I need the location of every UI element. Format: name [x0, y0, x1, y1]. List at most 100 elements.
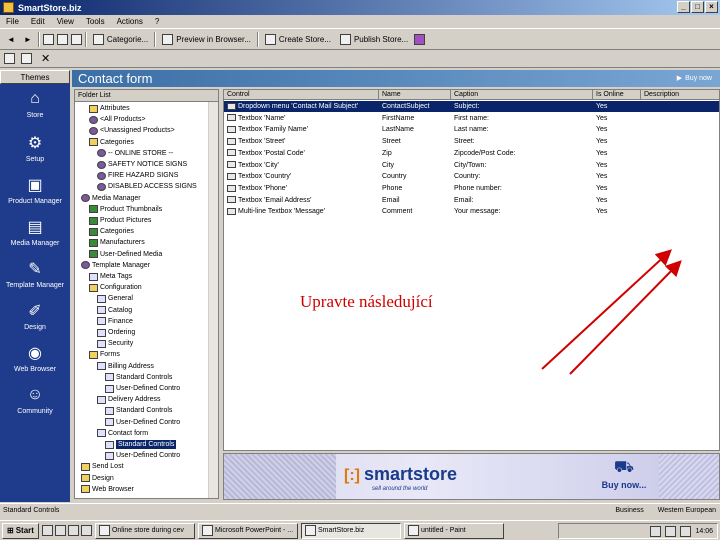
menu-edit[interactable]: Edit — [31, 17, 45, 26]
table-row[interactable]: Textbox 'City' City City/Town: Yes — [224, 160, 719, 171]
theme-template-manager[interactable]: ✎ Template Manager — [0, 258, 70, 289]
theme-design[interactable]: ✐ Design — [0, 300, 70, 331]
table-row[interactable]: Textbox 'Street' Street Street: Yes — [224, 136, 719, 147]
theme-web-browser[interactable]: ◉ Web Browser — [0, 342, 70, 373]
tree-node[interactable]: Forms — [89, 350, 120, 359]
start-button[interactable]: ⊞ Start — [2, 522, 39, 539]
table-row[interactable]: Textbox 'Phone' Phone Phone number: Yes — [224, 183, 719, 194]
tree-node[interactable]: Send Lost — [81, 462, 124, 471]
tree-node[interactable]: Finance — [97, 317, 133, 326]
column-control[interactable]: Control — [224, 90, 379, 100]
tree-node[interactable]: Configuration — [89, 283, 142, 292]
column-description[interactable]: Description — [641, 90, 719, 100]
delete-button[interactable]: ✕ — [38, 51, 53, 67]
tree-node[interactable]: User-Defined Contro — [105, 451, 180, 460]
table-row[interactable]: Dropdown menu 'Contact Mail Subject' Cont… — [224, 101, 719, 112]
close-button[interactable]: × — [705, 1, 718, 13]
tree-node[interactable]: Template Manager — [81, 261, 150, 270]
column-name[interactable]: Name — [379, 90, 451, 100]
forward-button[interactable]: ► — [21, 32, 35, 48]
tree-node[interactable]: User-Defined Contro — [105, 418, 180, 427]
menu-help[interactable]: ? — [155, 17, 159, 26]
menu-file[interactable]: File — [6, 17, 19, 26]
menu-view[interactable]: View — [57, 17, 74, 26]
task-online-store[interactable]: Online store during cev — [94, 522, 195, 539]
tree-node[interactable]: General — [97, 294, 133, 303]
media-icon[interactable] — [80, 525, 92, 536]
buy-now-link[interactable]: ▶ Buy now — [677, 70, 712, 87]
open-icon[interactable] — [56, 34, 68, 45]
table-row[interactable]: Textbox 'Family Name' LastName Last name: Y… — [224, 124, 719, 135]
tree-node[interactable]: Standard Controls — [105, 373, 172, 382]
tree-node[interactable]: <All Products> — [89, 115, 146, 124]
save-icon[interactable] — [70, 34, 82, 45]
preview-button[interactable]: Preview in Browser... — [159, 32, 254, 48]
tree-node[interactable]: -- ONLINE STORE -- — [97, 149, 173, 158]
task-powerpoint[interactable]: Microsoft PowerPoint - ... — [197, 522, 298, 539]
tree-node[interactable]: Attributes — [89, 104, 130, 113]
column-is-online[interactable]: Is Online — [593, 90, 641, 100]
table-row[interactable]: Textbox 'Name' FirstName First name: Yes — [224, 113, 719, 124]
back-button[interactable]: ◄ — [4, 32, 18, 48]
tree-node[interactable]: Meta Tags — [89, 272, 132, 281]
tray-volume-icon[interactable] — [665, 525, 677, 537]
tree-node[interactable]: Design — [81, 474, 114, 483]
edit-icon[interactable] — [21, 53, 32, 64]
categories-button[interactable]: Categorie... — [90, 32, 151, 48]
desktop-icon[interactable] — [67, 525, 79, 536]
theme-store[interactable]: ⌂ Store — [0, 88, 70, 119]
create-store-button[interactable]: Create Store... — [262, 32, 334, 48]
buy-now-button[interactable]: ⛟ Buy now... — [594, 458, 654, 490]
textbox-icon — [227, 172, 236, 180]
tree-node[interactable]: Standard Controls — [105, 406, 172, 415]
tray-network-icon[interactable] — [680, 525, 692, 537]
theme-community[interactable]: ☺ Community — [0, 384, 70, 415]
tree-node[interactable]: Billing Address — [97, 362, 154, 371]
tree-node[interactable]: Contact form — [97, 429, 148, 438]
tree-node[interactable]: Product Thumbnails — [89, 205, 162, 214]
tree-node[interactable]: <Unassigned Products> — [89, 126, 175, 135]
outlook-icon[interactable] — [54, 525, 66, 536]
menu-tools[interactable]: Tools — [86, 17, 105, 26]
table-row[interactable]: Textbox 'Email Address' Email Email: Yes — [224, 195, 719, 206]
ie-icon[interactable] — [41, 525, 53, 536]
tree-scrollbar[interactable] — [208, 102, 218, 498]
table-row[interactable]: Textbox 'Postal Code' Zip Zipcode/Post Cod… — [224, 148, 719, 159]
theme-media-manager[interactable]: ▤ Media Manager — [0, 216, 70, 247]
tree-node[interactable]: Standard Controls — [105, 440, 177, 449]
table-row[interactable]: Multi-line Textbox 'Message' Comment Your … — [224, 206, 719, 217]
window-title-bar[interactable]: SmartStore.biz _ □ × — [0, 0, 720, 15]
tree-node[interactable]: SAFETY NOTICE SIGNS — [97, 160, 187, 169]
tree-node[interactable]: Catalog — [97, 306, 132, 315]
theme-setup[interactable]: ⚙ Setup — [0, 132, 70, 163]
task-smartstore[interactable]: SmartStore.biz — [300, 522, 401, 539]
tree-node[interactable]: DISABLED ACCESS SIGNS — [97, 182, 197, 191]
column-caption[interactable]: Caption — [451, 90, 593, 100]
tree-node[interactable]: Web Browser — [81, 485, 134, 494]
tree-node[interactable]: Media Manager — [81, 194, 141, 203]
task-paint[interactable]: untitled - Paint — [403, 522, 504, 539]
book-icon[interactable] — [414, 34, 426, 45]
maximize-button[interactable]: □ — [691, 1, 704, 13]
publish-store-button[interactable]: Publish Store... — [337, 32, 411, 48]
properties-icon[interactable] — [4, 53, 15, 64]
menu-actions[interactable]: Actions — [117, 17, 143, 26]
minimize-button[interactable]: _ — [677, 1, 690, 13]
tree-node[interactable]: FIRE HAZARD SIGNS — [97, 171, 178, 180]
tree-node[interactable]: User-Defined Contro — [105, 384, 180, 393]
tree-node[interactable]: User-Defined Media — [89, 250, 162, 259]
tree-node[interactable]: Security — [97, 339, 133, 348]
tree-node[interactable]: Ordering — [97, 328, 135, 337]
table-row[interactable]: Textbox 'Country' Country Country: Yes — [224, 171, 719, 182]
tree-node[interactable]: Categories — [89, 227, 134, 236]
tree-node[interactable]: Manufacturers — [89, 238, 145, 247]
tree-node-label: Media Manager — [92, 194, 141, 202]
theme-product-manager[interactable]: ▣ Product Manager — [0, 174, 70, 205]
tray-language-icon[interactable] — [650, 525, 662, 537]
tree-node[interactable]: Categories — [89, 138, 134, 147]
new-folder-icon[interactable] — [42, 34, 54, 45]
tree-node[interactable]: Product Pictures — [89, 216, 151, 225]
cell-control: Textbox 'Country' — [224, 171, 379, 182]
clock[interactable]: 14:06 — [695, 528, 713, 535]
tree-node[interactable]: Delivery Address — [97, 395, 161, 404]
